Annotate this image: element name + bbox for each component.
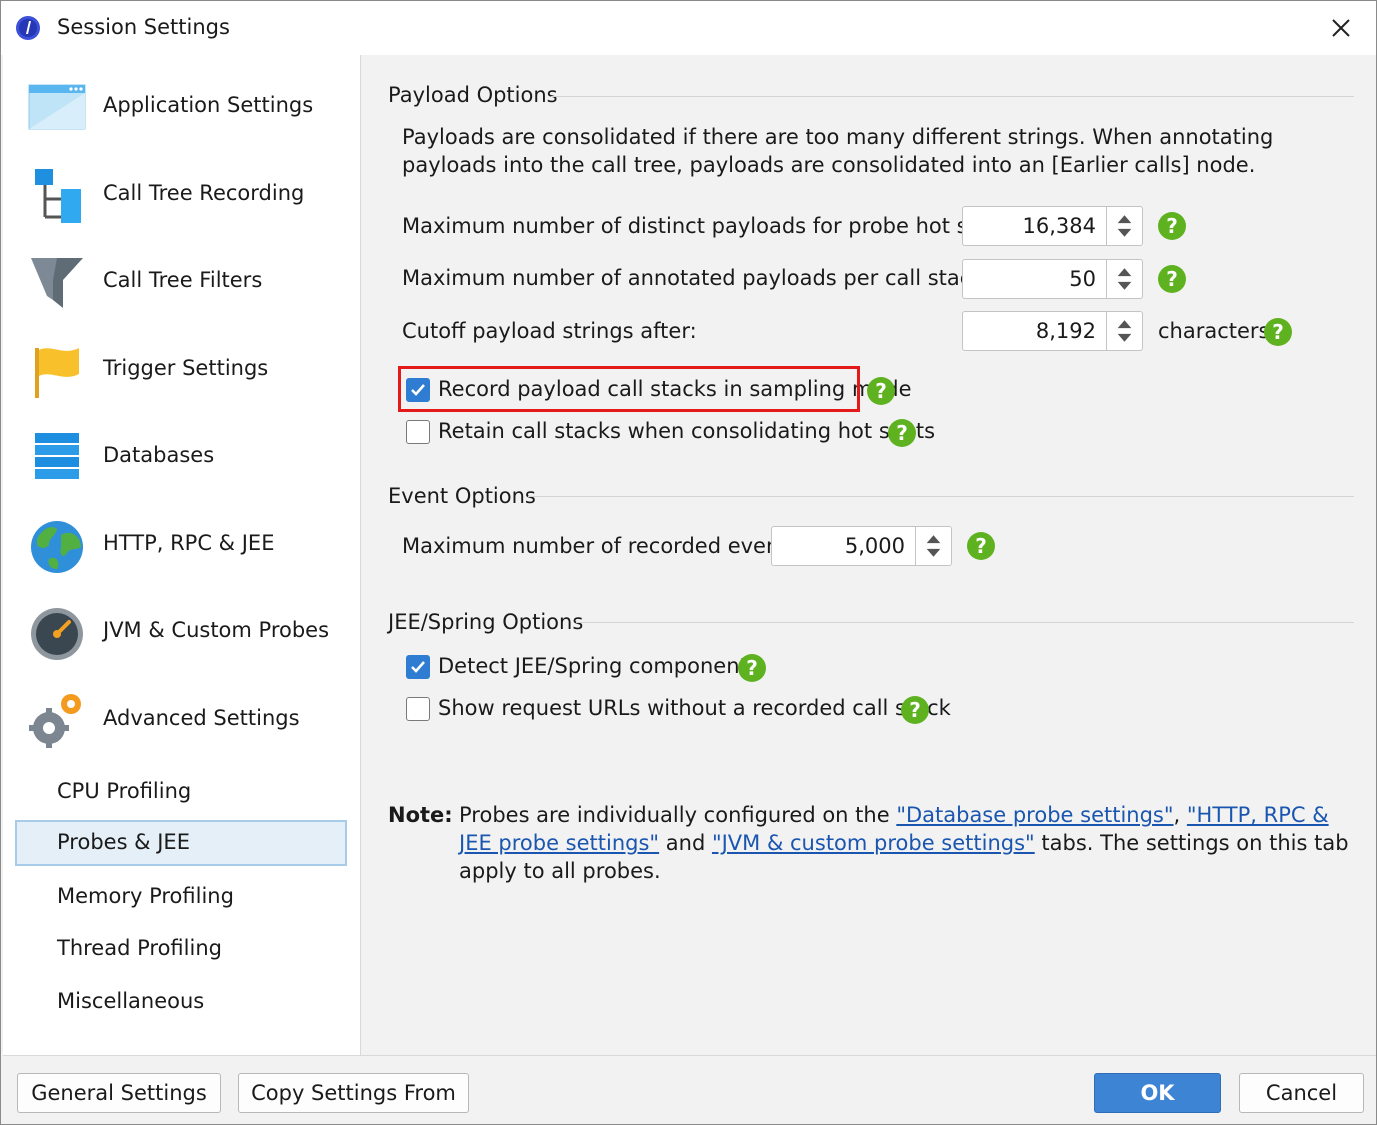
cancel-button[interactable]: Cancel bbox=[1239, 1073, 1364, 1113]
cutoff-unit-label: characters bbox=[1158, 319, 1270, 343]
cutoff-payload-spinner[interactable]: 8,192 bbox=[962, 311, 1143, 351]
sidebar-item-label: HTTP, RPC & JEE bbox=[103, 531, 275, 555]
settings-sidebar: Application Settings Call Tree Recording… bbox=[3, 55, 361, 1055]
help-icon[interactable]: ? bbox=[1264, 318, 1292, 346]
checkbox-label: Show request URLs without a recorded cal… bbox=[438, 696, 951, 720]
gauge-icon bbox=[31, 608, 83, 660]
window-icon bbox=[28, 84, 86, 130]
max-recorded-events-spinner[interactable]: 5,000 bbox=[771, 526, 952, 566]
sidebar-item-trigger-settings[interactable]: Trigger Settings bbox=[3, 332, 359, 412]
max-distinct-payloads-spinner[interactable]: 16,384 bbox=[962, 206, 1143, 246]
checkbox-label: Retain call stacks when consolidating ho… bbox=[438, 419, 936, 443]
spinner-arrows-icon[interactable] bbox=[915, 527, 951, 565]
sidebar-subitem-label: Thread Profiling bbox=[57, 936, 222, 960]
help-icon[interactable]: ? bbox=[867, 377, 895, 405]
globe-icon bbox=[31, 521, 83, 573]
help-icon[interactable]: ? bbox=[967, 532, 995, 560]
help-icon[interactable]: ? bbox=[888, 419, 916, 447]
spinner-arrows-icon[interactable] bbox=[1106, 260, 1142, 298]
sidebar-subitem-label: Memory Profiling bbox=[57, 884, 234, 908]
cutoff-payload-label: Cutoff payload strings after: bbox=[402, 319, 697, 343]
max-annotated-payloads-label: Maximum number of annotated payloads per… bbox=[402, 266, 991, 290]
retain-call-stacks-checkbox[interactable]: Retain call stacks when consolidating ho… bbox=[406, 417, 935, 449]
sidebar-subitem-label: Miscellaneous bbox=[57, 989, 205, 1013]
sidebar-item-databases[interactable]: Databases bbox=[3, 419, 359, 499]
sidebar-item-call-tree-recording[interactable]: Call Tree Recording bbox=[3, 157, 359, 237]
gears-icon bbox=[29, 694, 81, 748]
show-request-urls-checkbox[interactable]: Show request URLs without a recorded cal… bbox=[406, 694, 951, 726]
sidebar-subitem-miscellaneous[interactable]: Miscellaneous bbox=[15, 979, 347, 1025]
settings-content: Payload Options Payloads are consolidate… bbox=[361, 55, 1376, 1055]
group-divider bbox=[576, 622, 1354, 623]
help-icon[interactable]: ? bbox=[738, 654, 766, 682]
sidebar-item-label: Databases bbox=[103, 443, 215, 467]
group-divider bbox=[528, 496, 1354, 497]
close-button[interactable] bbox=[1321, 11, 1361, 45]
note-text-part: , bbox=[1173, 803, 1187, 827]
note-label: Note: bbox=[388, 803, 453, 827]
max-recorded-events-label: Maximum number of recorded events: bbox=[402, 534, 806, 558]
checkbox-unchecked[interactable] bbox=[406, 420, 430, 444]
help-icon[interactable]: ? bbox=[1158, 212, 1186, 240]
ok-button[interactable]: OK bbox=[1094, 1073, 1221, 1113]
sidebar-item-label: Call Tree Filters bbox=[103, 268, 263, 292]
sidebar-item-label: Trigger Settings bbox=[103, 356, 269, 380]
checkbox-unchecked[interactable] bbox=[406, 697, 430, 721]
group-divider bbox=[551, 96, 1354, 97]
sidebar-subitem-label: Probes & JEE bbox=[57, 830, 190, 854]
spinner-value: 16,384 bbox=[1022, 214, 1096, 238]
jprofiler-icon bbox=[16, 16, 40, 40]
spinner-value: 50 bbox=[1069, 267, 1096, 291]
note-text: Probes are individually configured on th… bbox=[459, 801, 1349, 885]
help-icon[interactable]: ? bbox=[1158, 265, 1186, 293]
spinner-value: 5,000 bbox=[844, 534, 905, 558]
sidebar-subitem-label: CPU Profiling bbox=[57, 779, 192, 803]
copy-settings-from-button[interactable]: Copy Settings From bbox=[238, 1073, 469, 1113]
detect-jee-spring-checkbox[interactable]: Detect JEE/Spring components bbox=[406, 652, 759, 684]
dialog-footer: General Settings Copy Settings From OK C… bbox=[3, 1055, 1376, 1124]
jvm-custom-probe-settings-link[interactable]: "JVM & custom probe settings" bbox=[712, 831, 1035, 855]
general-settings-button[interactable]: General Settings bbox=[17, 1073, 221, 1113]
highlight-box bbox=[398, 366, 860, 412]
sidebar-subitem-cpu-profiling[interactable]: CPU Profiling bbox=[15, 769, 347, 815]
help-icon[interactable]: ? bbox=[901, 696, 929, 724]
payload-description: Payloads are consolidated if there are t… bbox=[402, 125, 1274, 177]
sidebar-item-label: Call Tree Recording bbox=[103, 181, 305, 205]
tree-icon bbox=[35, 169, 81, 223]
spinner-value: 8,192 bbox=[1035, 319, 1096, 343]
sidebar-item-advanced-settings[interactable]: Advanced Settings bbox=[3, 682, 359, 762]
sidebar-item-label: Application Settings bbox=[103, 93, 314, 117]
database-icon bbox=[35, 433, 79, 479]
event-options-title: Event Options bbox=[388, 484, 536, 508]
flag-icon bbox=[35, 348, 79, 398]
session-settings-dialog: Session Settings Application Settings Ca… bbox=[0, 0, 1377, 1125]
max-annotated-payloads-spinner[interactable]: 50 bbox=[962, 259, 1143, 299]
sidebar-subitem-probes-jee[interactable]: Probes & JEE bbox=[15, 820, 347, 866]
checkbox-label: Detect JEE/Spring components bbox=[438, 654, 759, 678]
max-distinct-payloads-label: Maximum number of distinct payloads for … bbox=[402, 214, 1021, 238]
spinner-arrows-icon[interactable] bbox=[1106, 207, 1142, 245]
note-text-part: and bbox=[659, 831, 712, 855]
checkmark-icon bbox=[411, 661, 425, 673]
checkbox-checked[interactable] bbox=[406, 655, 430, 679]
spinner-arrows-icon[interactable] bbox=[1106, 312, 1142, 350]
sidebar-item-jvm-custom-probes[interactable]: JVM & Custom Probes bbox=[3, 594, 359, 674]
window-title: Session Settings bbox=[57, 15, 230, 39]
database-probe-settings-link[interactable]: "Database probe settings" bbox=[896, 803, 1173, 827]
sidebar-item-application-settings[interactable]: Application Settings bbox=[3, 69, 359, 149]
note-text-part: Probes are individually configured on th… bbox=[459, 803, 897, 827]
sidebar-item-label: Advanced Settings bbox=[103, 706, 300, 730]
sidebar-item-http-rpc-jee[interactable]: HTTP, RPC & JEE bbox=[3, 507, 359, 587]
sidebar-subitem-thread-profiling[interactable]: Thread Profiling bbox=[15, 926, 347, 972]
sidebar-item-call-tree-filters[interactable]: Call Tree Filters bbox=[3, 244, 359, 324]
payload-options-title: Payload Options bbox=[388, 83, 558, 107]
title-bar: Session Settings bbox=[1, 1, 1376, 55]
close-icon bbox=[1332, 19, 1350, 37]
funnel-icon bbox=[31, 258, 83, 308]
sidebar-subitem-memory-profiling[interactable]: Memory Profiling bbox=[15, 874, 347, 920]
jee-spring-options-title: JEE/Spring Options bbox=[388, 610, 584, 634]
sidebar-item-label: JVM & Custom Probes bbox=[103, 618, 330, 642]
